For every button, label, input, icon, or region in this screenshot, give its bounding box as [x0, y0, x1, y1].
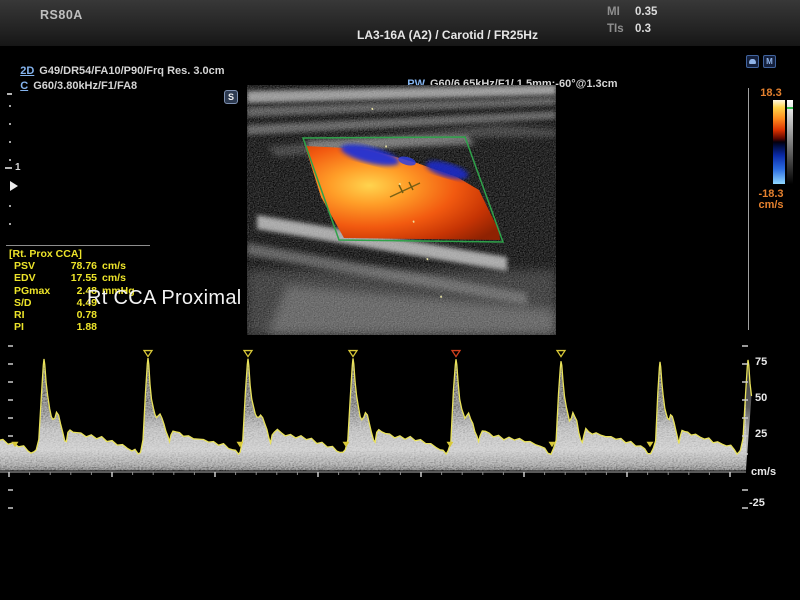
depth-tick [5, 167, 12, 169]
color-mode-tag: C [20, 80, 28, 92]
focus-marker-icon[interactable] [10, 181, 18, 191]
velocity-axis-unit: cm/s [751, 466, 776, 478]
meas-unit [97, 309, 150, 321]
depth-ruler-major-label: 1 [15, 162, 21, 173]
tis-label: TIs [607, 23, 635, 35]
velocity-tick-label: 25 [755, 428, 767, 440]
measurement-row: RI0.78 [6, 309, 150, 321]
meas-unit: cm/s [97, 260, 150, 272]
annotation-text: Rt CCA Proximal [87, 287, 242, 310]
meas-label: RI [6, 309, 53, 321]
color-params-line: C G60/3.80kHz/F1/FA8 [8, 68, 137, 104]
depth-tick [7, 93, 12, 95]
depth-tick [9, 141, 11, 143]
header-bar: RS80A LA3-16A (A2) / Carotid / FR25Hz MI… [0, 0, 800, 47]
tis-value: 0.3 [635, 23, 651, 35]
bmode-graphics [247, 85, 556, 335]
meas-label: PSV [6, 260, 53, 272]
orientation-marker: S [224, 90, 238, 104]
system-model: RS80A [40, 8, 83, 22]
gray-scale-marker [787, 107, 793, 109]
mi-value: 0.35 [635, 6, 657, 18]
spectrum-envelope-trace [0, 358, 751, 454]
status-icons: M [746, 55, 776, 68]
meas-label: S/D [6, 297, 53, 309]
measurement-title: [Rt. Prox CCA] [6, 248, 150, 260]
velocity-tick-label: -25 [749, 497, 765, 509]
measurement-row: PSV78.76cm/s [6, 260, 150, 272]
active-peak-marker[interactable] [452, 351, 460, 357]
probe-status-icon[interactable] [746, 55, 759, 68]
spectrum-speckle [0, 340, 746, 525]
spectral-doppler-display [0, 340, 800, 525]
meas-unit: cm/s [97, 272, 150, 284]
color-scale-bar [773, 100, 785, 184]
probe-exam-info: LA3-16A (A2) / Carotid / FR25Hz [330, 28, 565, 42]
measurement-row: EDV17.55cm/s [6, 272, 150, 284]
image-depth-scale-line [748, 88, 749, 330]
peak-marker[interactable] [557, 351, 565, 357]
edv-marker[interactable] [647, 442, 654, 448]
depth-tick [9, 123, 11, 125]
meas-value: 78.76 [53, 260, 97, 272]
meas-label: PI [6, 321, 53, 333]
depth-tick [9, 159, 11, 161]
peak-marker[interactable] [244, 351, 252, 357]
velocity-tick-label: 75 [755, 356, 767, 368]
depth-tick [9, 223, 11, 225]
color-scale-unit: cm/s [752, 199, 790, 211]
peak-marker[interactable] [349, 351, 357, 357]
dual-display-glyph: M [766, 58, 773, 66]
dual-display-icon[interactable]: M [763, 55, 776, 68]
probe-glyph [749, 59, 756, 64]
depth-tick [9, 205, 11, 207]
meas-value: 0.78 [53, 309, 97, 321]
tis-readout: TIs0.3 [607, 23, 651, 35]
color-params-text: G60/3.80kHz/F1/FA8 [33, 80, 137, 92]
ultrasound-screen: RS80A LA3-16A (A2) / Carotid / FR25Hz MI… [0, 0, 800, 600]
gray-scale-bar [787, 100, 793, 184]
meas-value: 1.88 [53, 321, 97, 333]
meas-label: EDV [6, 272, 53, 284]
mi-label: MI [607, 6, 635, 18]
meas-value: 17.55 [53, 272, 97, 284]
depth-tick [9, 105, 11, 107]
peak-marker[interactable] [144, 351, 152, 357]
measurement-row: PI1.88 [6, 321, 150, 333]
meas-unit [97, 321, 150, 333]
mi-readout: MI0.35 [607, 6, 657, 18]
velocity-tick-label: 50 [755, 392, 767, 404]
color-scale-max: 18.3 [753, 87, 789, 99]
meas-label: PGmax [6, 285, 53, 297]
bmode-image [247, 85, 556, 335]
